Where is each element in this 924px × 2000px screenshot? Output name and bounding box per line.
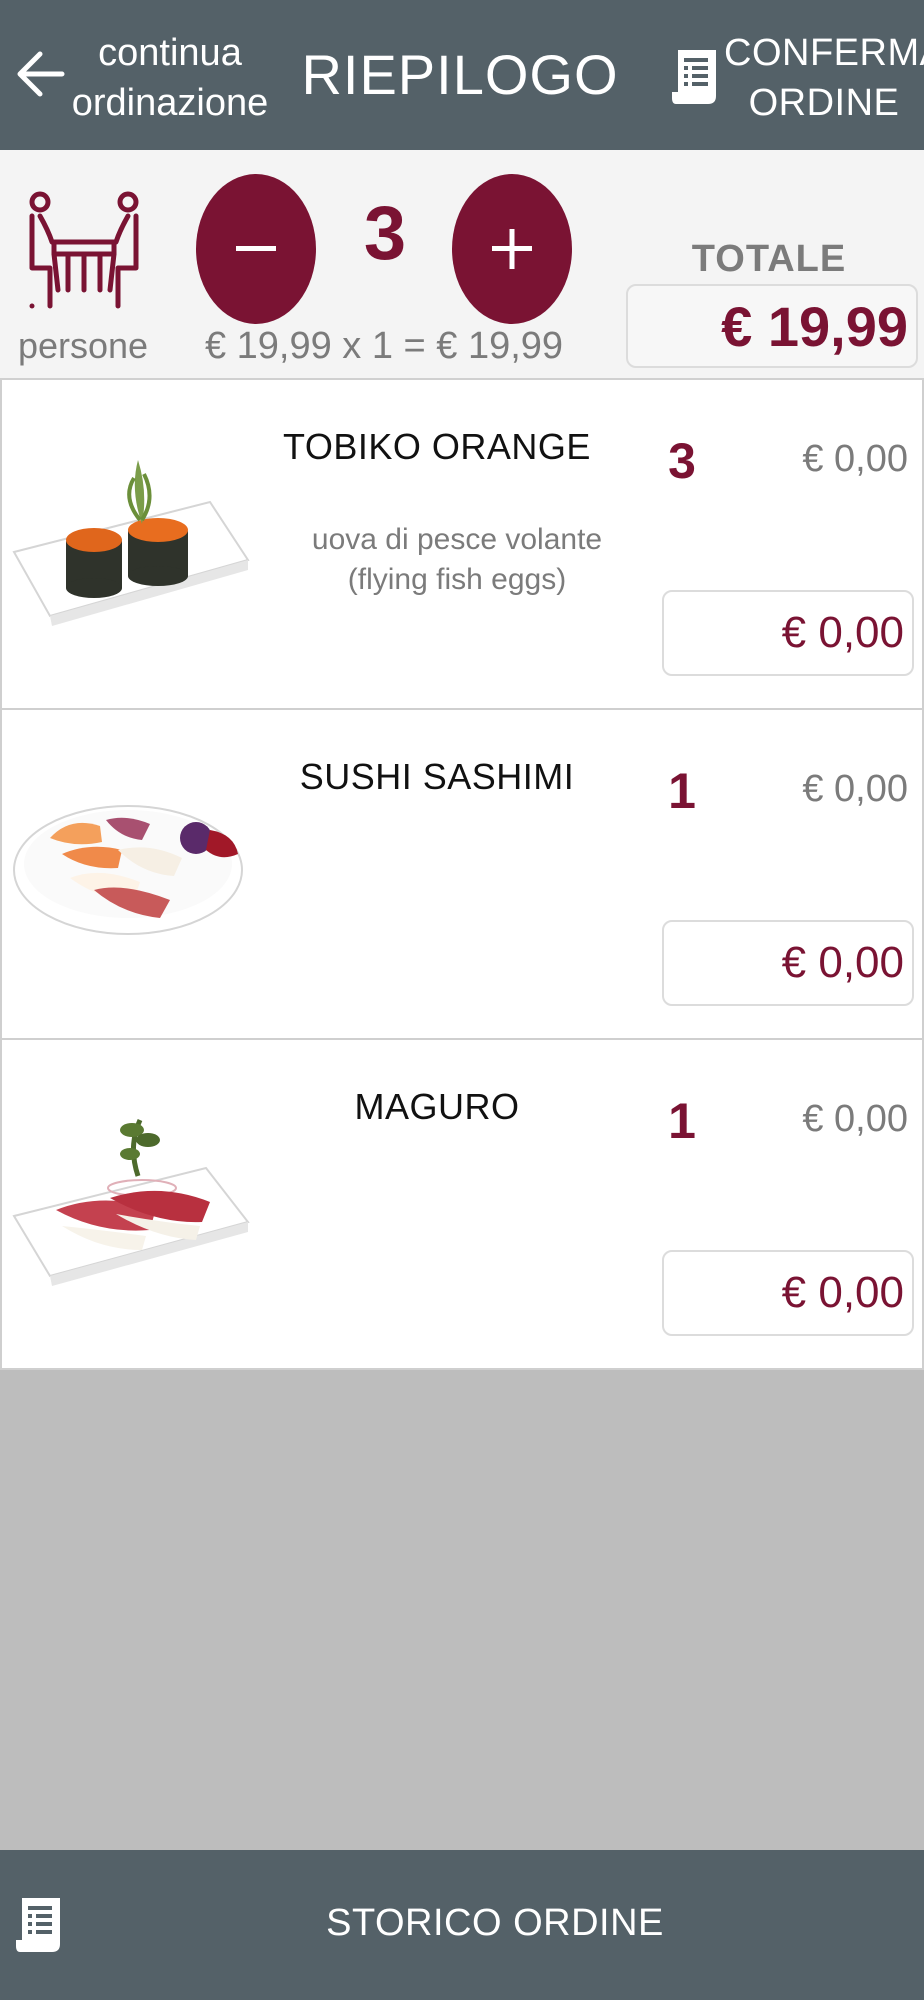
persons-label: persone (17, 325, 149, 366)
list-item[interactable]: MAGURO 1 € 0,00 € 0,00 (0, 1040, 924, 1370)
item-total-box: € 0,00 (662, 920, 914, 1006)
minus-icon (236, 246, 276, 251)
total-value-box: € 19,99 (626, 284, 918, 368)
arrow-left-icon (17, 51, 65, 97)
total-value: € 19,99 (721, 294, 908, 358)
item-quantity: 1 (668, 1093, 696, 1149)
confirm-order-button[interactable]: CONFERMA ORDINE (660, 0, 924, 150)
item-total-box: € 0,00 (662, 590, 914, 676)
item-description: uova di pesce volante (flying fish eggs) (302, 520, 612, 600)
continue-ordering-label: continua ordinazione (70, 28, 270, 128)
back-label-line1: continua (98, 32, 242, 74)
item-name: TOBIKO ORANGE (283, 426, 591, 467)
maguro-dish-image (12, 1118, 250, 1286)
confirm-label-line1: CONFERMA (724, 32, 924, 74)
decrease-persons-button[interactable] (196, 174, 316, 324)
item-unit-price: € 0,00 (802, 438, 908, 480)
item-name: MAGURO (354, 1086, 520, 1127)
increase-persons-button[interactable] (452, 174, 572, 324)
item-name: SUSHI SASHIMI (299, 756, 575, 797)
item-total-price: € 0,00 (781, 608, 904, 657)
list-item[interactable]: SUSHI SASHIMI 1 € 0,00 € 0,00 (0, 710, 924, 1040)
order-history-button[interactable]: STORICO ORDINE (0, 1850, 924, 2000)
confirm-order-label: CONFERMA ORDINE (724, 28, 924, 128)
top-bar: continua ordinazione RIEPILOGO CONFERMA … (0, 0, 924, 150)
item-unit-price: € 0,00 (802, 1098, 908, 1140)
order-history-label: STORICO ORDINE (326, 1902, 664, 1944)
dining-table-icon (29, 191, 139, 309)
item-total-price: € 0,00 (781, 1268, 904, 1317)
receipt-icon (672, 50, 716, 104)
tobiko-dish-image (12, 460, 250, 626)
item-total-box: € 0,00 (662, 1250, 914, 1336)
confirm-label-line2: ORDINE (748, 82, 900, 124)
item-description-line1: uova di pesce volante (311, 523, 603, 556)
order-item-list: TOBIKO ORANGE uova di pesce volante (fly… (0, 380, 924, 1370)
continue-ordering-button[interactable]: continua ordinazione (0, 0, 290, 150)
back-label-line2: ordinazione (71, 82, 269, 124)
item-description-line2: (flying fish eggs) (347, 563, 567, 596)
item-quantity: 3 (668, 433, 696, 489)
item-quantity: 1 (668, 763, 696, 819)
persons-bar: persone 3 € 19,99 x 1 = € 19,99 TOTALE C… (0, 150, 924, 380)
item-total-price: € 0,00 (781, 938, 904, 987)
page-title: RIEPILOGO (301, 43, 619, 106)
list-item[interactable]: TOBIKO ORANGE uova di pesce volante (fly… (0, 380, 924, 710)
receipt-icon (16, 1898, 60, 1952)
persons-count: 3 (363, 191, 407, 276)
plus-icon (492, 229, 532, 269)
item-unit-price: € 0,00 (802, 768, 908, 810)
cover-price-calculation: € 19,99 x 1 = € 19,99 (204, 325, 564, 367)
sushi-sashimi-dish-image (13, 805, 243, 935)
